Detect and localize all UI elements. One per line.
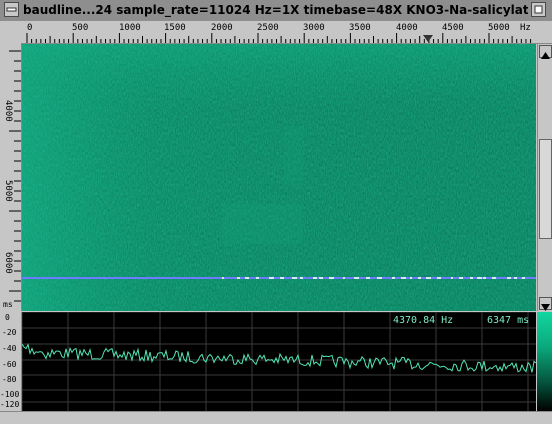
maximize-icon xyxy=(534,5,543,14)
cursor-line-highlight xyxy=(522,277,525,279)
db-label-minus100: -100 xyxy=(0,390,20,399)
bottom-strip xyxy=(0,411,552,424)
spectrogram-canvas[interactable] xyxy=(22,44,536,311)
cursor-line-highlight xyxy=(222,277,224,279)
time-scrollbar[interactable] xyxy=(537,44,552,311)
spectrogram-noise xyxy=(22,44,536,311)
time-label-4000: 4000 xyxy=(3,100,13,125)
spectrum-trace xyxy=(22,343,536,373)
frequency-ticks xyxy=(26,33,532,43)
cursor-line-highlight xyxy=(292,277,297,279)
time-label-5000-text: 5000 xyxy=(3,180,13,202)
cursor-line-highlight xyxy=(329,277,334,279)
db-label-minus80: -80 xyxy=(2,375,17,384)
cursor-line-highlight xyxy=(300,277,303,279)
cursor-line-highlight xyxy=(437,277,441,279)
spectrum-grid xyxy=(22,312,536,411)
db-axis: 0 -20 -40 -60 -80 -100 -120 dB xyxy=(0,312,22,423)
cursor-time-readout: 6347 ms xyxy=(487,315,530,326)
cursor-frequency-readout: 4370.84 Hz xyxy=(393,315,454,326)
cursor-line-highlight xyxy=(354,277,359,279)
db-label-minus20: -20 xyxy=(2,328,17,337)
color-scale-bar xyxy=(537,312,552,411)
cursor-time-line xyxy=(22,277,536,279)
close-icon xyxy=(6,7,17,12)
cursor-line-highlight xyxy=(245,277,249,279)
time-label-4000-text: 4000 xyxy=(3,100,13,122)
cursor-line-highlight xyxy=(269,277,274,279)
feature-region-1 xyxy=(222,204,302,244)
cursor-line-highlight xyxy=(280,277,284,279)
cursor-line-highlight xyxy=(477,277,482,279)
window-title: baudline...24 sample_rate=11024 Hz=1X ti… xyxy=(23,3,528,17)
cursor-marker-icon[interactable] xyxy=(423,35,433,42)
cursor-line-highlight xyxy=(426,277,431,279)
cursor-line-highlight xyxy=(392,277,395,279)
window-menu-button[interactable] xyxy=(4,2,19,17)
db-label-0: 0 xyxy=(5,313,10,322)
cursor-line-highlight xyxy=(401,277,406,279)
cursor-line-highlight xyxy=(366,277,370,279)
feature-region-2 xyxy=(284,126,304,186)
time-unit-label: ms xyxy=(3,300,13,309)
scroll-down-button[interactable] xyxy=(539,297,552,311)
time-ruler[interactable]: 4000 5000 6000 ms xyxy=(0,43,22,311)
time-label-6000: 6000 xyxy=(3,252,13,277)
cursor-line-highlight xyxy=(507,277,511,279)
cursor-line-highlight xyxy=(343,277,345,279)
cursor-line-highlight xyxy=(470,277,473,279)
scroll-up-icon xyxy=(541,52,550,59)
cursor-line-highlight xyxy=(418,277,421,279)
cursor-line-highlight xyxy=(256,277,259,279)
title-bar: baudline...24 sample_rate=11024 Hz=1X ti… xyxy=(0,0,552,22)
cursor-line-highlight xyxy=(514,277,517,279)
time-label-6000-text: 6000 xyxy=(3,252,13,274)
maximize-button[interactable] xyxy=(531,2,546,17)
cursor-line-highlight xyxy=(410,277,412,279)
cursor-line-highlight xyxy=(319,277,323,279)
spectrum-plot[interactable]: 4370.84 Hz 6347 ms xyxy=(22,312,536,411)
spectrum-canvas[interactable] xyxy=(22,312,536,411)
cursor-line-highlight xyxy=(237,277,240,279)
db-label-minus120: -120 xyxy=(0,400,20,409)
db-label-minus40: -40 xyxy=(2,344,17,353)
cursor-line-highlight xyxy=(313,277,317,279)
time-label-5000: 5000 xyxy=(3,180,13,205)
cursor-line-highlight xyxy=(492,277,496,279)
cursor-line-highlight xyxy=(451,277,453,279)
scroll-thumb[interactable] xyxy=(539,139,552,239)
cursor-line-highlight xyxy=(483,277,486,279)
db-label-minus60: -60 xyxy=(2,360,17,369)
cursor-line-highlight xyxy=(459,277,463,279)
scroll-up-button[interactable] xyxy=(539,45,552,59)
frequency-ruler[interactable]: 0 500 1000 1500 2000 2500 3000 3500 4000… xyxy=(0,21,552,44)
spectrogram-display[interactable] xyxy=(22,44,536,311)
cursor-line-highlight xyxy=(377,277,382,279)
